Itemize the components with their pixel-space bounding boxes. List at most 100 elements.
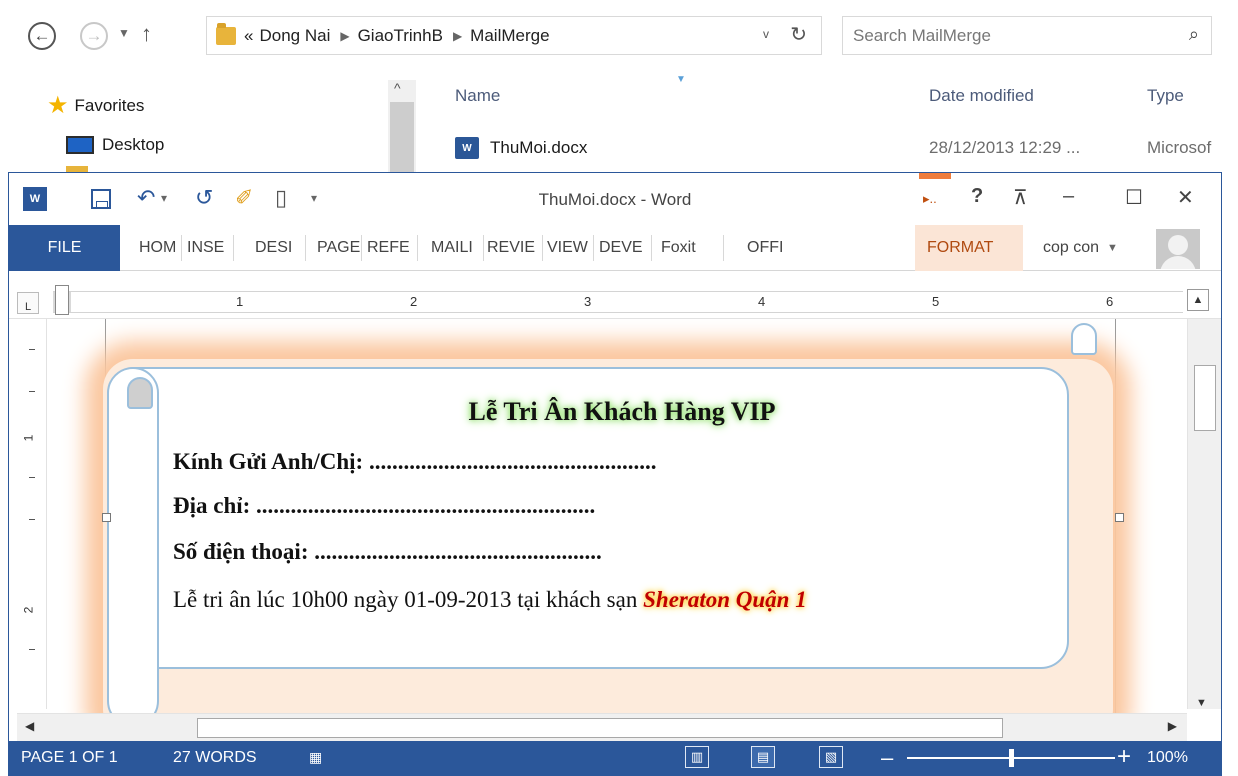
- field-address[interactable]: Địa chỉ: ...............................…: [173, 493, 595, 519]
- word-count[interactable]: 27 WORDS: [173, 749, 257, 767]
- scroll-down-icon[interactable]: ▼: [1196, 697, 1207, 709]
- scroll-right-icon[interactable]: ▶: [1168, 719, 1177, 733]
- ribbon-tabs: FILE HOM INSE DESI PAGE REFE MAILI REVIE…: [9, 225, 1221, 271]
- zoom-out-button[interactable]: –: [881, 745, 893, 771]
- address-bar[interactable]: « Dong Nai ▶ GiaoTrinhB ▶ MailMerge v ↻: [206, 16, 822, 55]
- tab-divider: [181, 235, 182, 261]
- tab-design[interactable]: DESI: [255, 225, 292, 271]
- resize-handle-right[interactable]: [1115, 513, 1124, 522]
- back-button[interactable]: ←: [28, 22, 56, 50]
- tab-divider: [305, 235, 306, 261]
- tab-home[interactable]: HOM: [139, 225, 176, 271]
- breadcrumb-giaotrinhb[interactable]: GiaoTrinhB: [358, 26, 443, 46]
- ruler-track[interactable]: 1 2 3 4 5 6: [53, 291, 1183, 313]
- zoom-level[interactable]: 100%: [1147, 749, 1188, 767]
- help-button[interactable]: ?: [971, 185, 983, 208]
- address-dropdown-icon[interactable]: v: [763, 27, 769, 41]
- tab-foxit[interactable]: Foxit: [661, 225, 696, 271]
- ruler-number: 3: [584, 294, 592, 309]
- indent-marker[interactable]: [55, 285, 69, 315]
- breadcrumb-overflow[interactable]: «: [244, 26, 253, 46]
- invitation-heading[interactable]: Lễ Tri Ân Khách Hàng VIP: [55, 397, 1189, 427]
- horizontal-scrollbar[interactable]: ◀ ▶: [17, 713, 1187, 741]
- print-layout-icon[interactable]: ▤: [751, 746, 775, 768]
- column-header-date-modified[interactable]: Date modified: [929, 86, 1034, 106]
- tab-format[interactable]: FORMAT: [927, 225, 993, 271]
- search-input[interactable]: Search MailMerge ⌕: [842, 16, 1212, 55]
- ruler-number: 2: [21, 606, 36, 614]
- file-explorer-window: ← → ▼ ↑ « Dong Nai ▶ GiaoTrinhB ▶ MailMe…: [0, 0, 1238, 176]
- file-name[interactable]: ThuMoi.docx: [490, 138, 587, 158]
- word-document-icon[interactable]: W: [455, 137, 479, 159]
- page-count[interactable]: PAGE 1 OF 1: [21, 749, 118, 767]
- tab-divider: [417, 235, 418, 261]
- document-page[interactable]: Lễ Tri Ân Khách Hàng VIP Kính Gửi Anh/Ch…: [55, 319, 1189, 713]
- scroll-left-icon[interactable]: ◀: [25, 719, 34, 733]
- ruler-number: 5: [932, 294, 940, 309]
- zoom-slider-thumb[interactable]: [1009, 749, 1014, 767]
- tab-divider: [361, 235, 362, 261]
- field-phone[interactable]: Số điện thoại: .........................…: [173, 539, 602, 565]
- scroll-thumb[interactable]: [1194, 365, 1216, 431]
- tab-insert[interactable]: INSE: [187, 225, 224, 271]
- column-header-name[interactable]: Name: [455, 86, 500, 106]
- forward-button[interactable]: →: [80, 22, 108, 50]
- tab-review[interactable]: REVIE: [487, 225, 535, 271]
- maximize-button[interactable]: ☐: [1125, 185, 1143, 210]
- breadcrumb-separator-icon[interactable]: ▶: [453, 29, 462, 43]
- chevron-down-icon: ▼: [1107, 242, 1118, 254]
- web-layout-icon[interactable]: ▧: [819, 746, 843, 768]
- user-account-menu[interactable]: cop con ▼: [1043, 225, 1118, 271]
- ruler-number: 6: [1106, 294, 1114, 309]
- scroll-up-icon[interactable]: ^: [394, 80, 401, 96]
- ruler-tick: [29, 649, 35, 650]
- search-icon[interactable]: ⌕: [1189, 24, 1199, 45]
- column-header-type[interactable]: Type: [1147, 86, 1184, 106]
- vertical-scrollbar[interactable]: ▼: [1187, 319, 1221, 709]
- close-button[interactable]: ✕: [1177, 185, 1194, 210]
- scroll-thumb[interactable]: [197, 718, 1003, 738]
- breadcrumb-mailmerge[interactable]: MailMerge: [470, 26, 549, 46]
- tab-mailings[interactable]: MAILI: [431, 225, 473, 271]
- nav-desktop-label: Desktop: [102, 135, 165, 154]
- nav-desktop[interactable]: Desktop: [66, 135, 164, 155]
- tab-developer[interactable]: DEVE: [599, 225, 643, 271]
- contextual-tab-accent: [919, 173, 951, 179]
- tab-selector-icon[interactable]: L: [17, 292, 39, 314]
- proofing-icon[interactable]: ▦: [309, 749, 322, 766]
- zoom-in-button[interactable]: +: [1117, 743, 1131, 771]
- resize-handle-left[interactable]: [102, 513, 111, 522]
- scroll-up-icon[interactable]: ▲: [1187, 289, 1209, 311]
- ribbon-display-options-icon[interactable]: ⊼: [1013, 185, 1028, 210]
- nav-favorites-label: Favorites: [74, 96, 145, 115]
- tab-page-layout[interactable]: PAGE: [317, 225, 360, 271]
- tab-file[interactable]: FILE: [9, 225, 120, 271]
- tab-office[interactable]: OFFI: [747, 225, 783, 271]
- minimize-button[interactable]: –: [1063, 185, 1074, 208]
- ruler-tick: [29, 519, 35, 520]
- contextual-tab-collapsed[interactable]: ▸..: [923, 191, 937, 207]
- nav-pane-scrollbar[interactable]: ^: [388, 80, 416, 176]
- breadcrumb-dong-nai[interactable]: Dong Nai: [259, 26, 330, 46]
- tab-divider: [651, 235, 652, 261]
- avatar[interactable]: [1156, 229, 1200, 269]
- refresh-icon[interactable]: ↻: [790, 22, 807, 47]
- folder-icon: [216, 22, 236, 45]
- tab-references[interactable]: REFE: [367, 225, 410, 271]
- scroll-thumb[interactable]: [390, 102, 414, 176]
- zoom-slider[interactable]: [907, 749, 1115, 767]
- horizontal-ruler[interactable]: L 1 2 3 4 5 6 ▲: [9, 283, 1221, 319]
- nav-favorites[interactable]: ★ Favorites: [47, 94, 144, 118]
- tab-view[interactable]: VIEW: [547, 225, 588, 271]
- tab-divider: [723, 235, 724, 261]
- read-mode-icon[interactable]: ▥: [685, 746, 709, 768]
- vertical-ruler[interactable]: 1 2: [17, 319, 47, 709]
- breadcrumb-separator-icon[interactable]: ▶: [340, 29, 349, 43]
- invitation-text[interactable]: Lễ tri ân lúc 10h00 ngày 01-09-2013 tại …: [173, 587, 807, 613]
- ruler-number: 1: [236, 294, 244, 309]
- up-arrow-icon[interactable]: ↑: [141, 21, 152, 47]
- field-recipient[interactable]: Kính Gửi Anh/Chị: ......................…: [173, 449, 656, 475]
- title-bar[interactable]: W ↶ ▾ ↺ ✐ ▯ ▾ ThuMoi.docx - Word ▸.. ? ⊼…: [9, 173, 1221, 225]
- recent-locations-chevron-down-icon[interactable]: ▼: [118, 26, 130, 40]
- ruler-tick: [29, 477, 35, 478]
